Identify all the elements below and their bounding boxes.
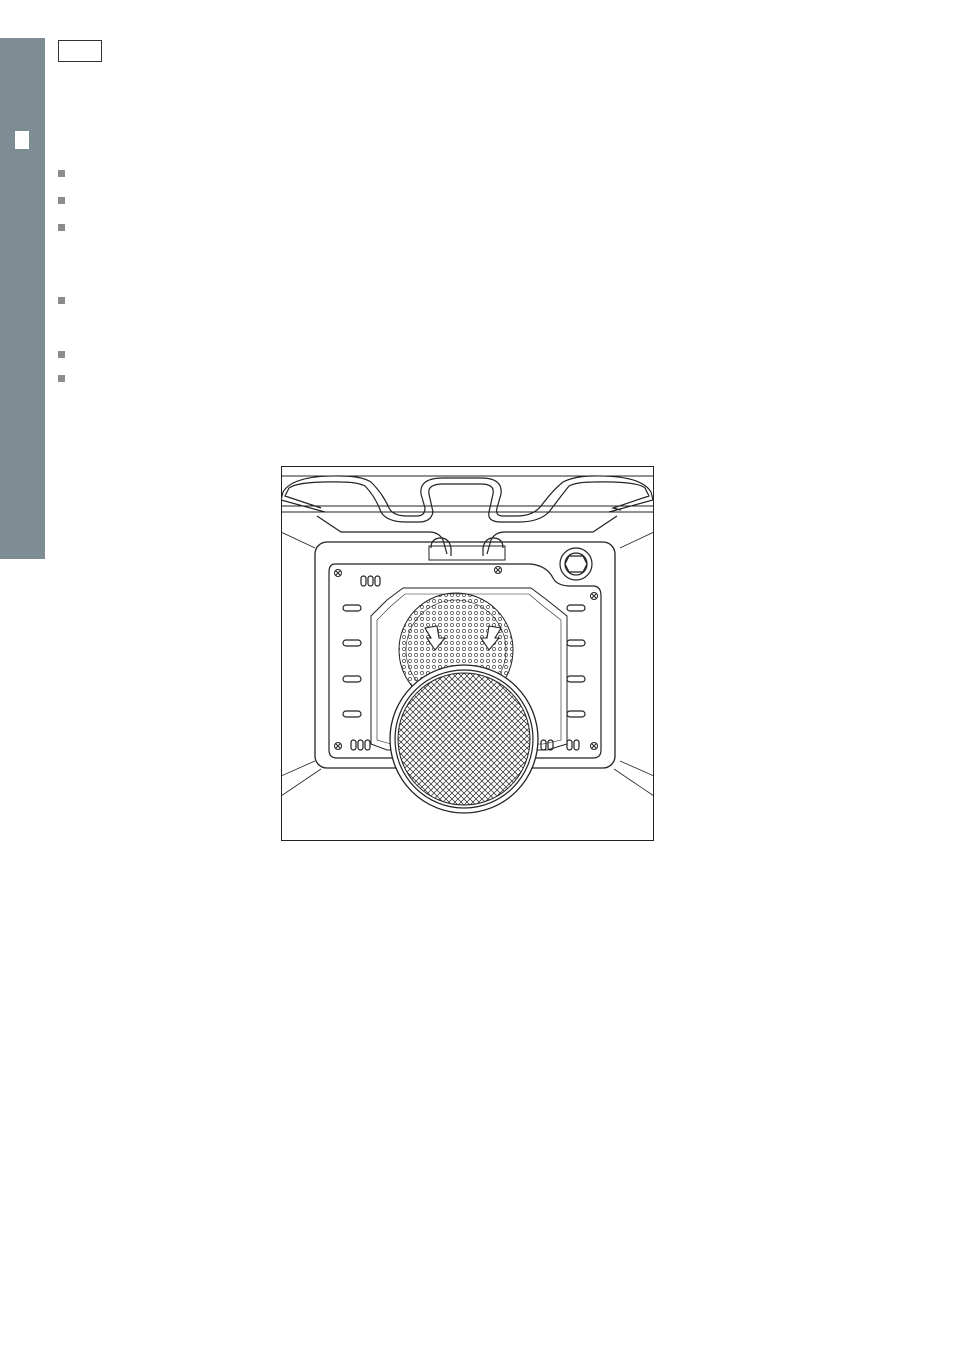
page-label-box xyxy=(58,40,102,62)
oven-interior-figure xyxy=(281,466,654,841)
list-bullet xyxy=(58,224,65,231)
list-bullet xyxy=(58,297,65,304)
list-bullet xyxy=(58,197,65,204)
side-tab-marker xyxy=(15,131,29,149)
list-bullet xyxy=(58,170,65,177)
list-bullet xyxy=(58,351,65,358)
side-tab xyxy=(0,38,45,559)
list-bullet xyxy=(58,375,65,382)
